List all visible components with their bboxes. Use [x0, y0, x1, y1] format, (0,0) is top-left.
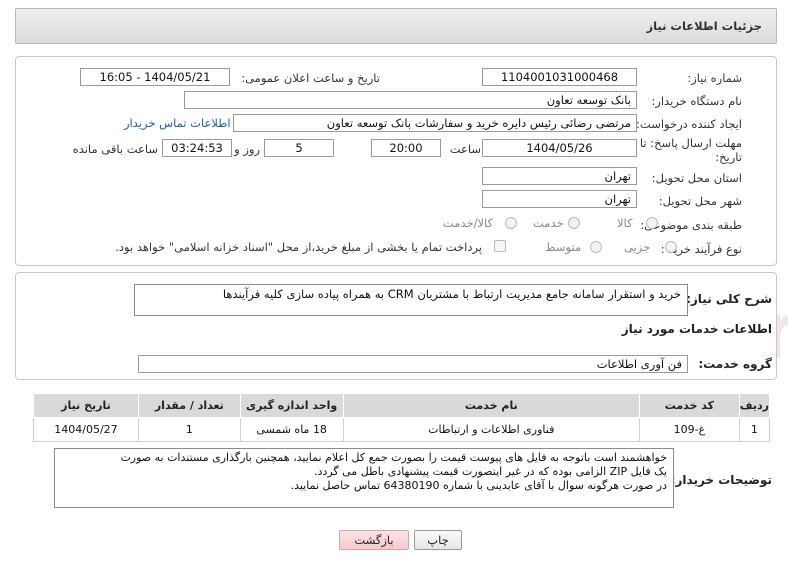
buyer-notes-line-1: خواهشمند است باتوجه به فایل های پیوست قی… [120, 451, 667, 464]
deadline-date-field: 1404/05/26 [482, 139, 637, 157]
services-table: ردیف کد خدمت نام خدمت واحد اندازه گیری ت… [33, 393, 771, 442]
process-minor-label: جزیی [624, 240, 651, 254]
buyer-notes-line-2: یک فایل ZIP الزامی بوده که در غیر اینصور… [314, 465, 667, 478]
page-title: جزئیات اطلاعات نیاز [646, 19, 762, 33]
col-quantity-header: تعداد / مقدار [137, 393, 241, 418]
need-number-field: 1104001031000468 [482, 68, 637, 86]
category-service-label: خدمت [533, 216, 564, 230]
province-label: استان محل تحویل: [651, 171, 742, 185]
province-field: تهران [482, 167, 637, 185]
page-header: جزئیات اطلاعات نیاز [15, 8, 777, 44]
remaining-time-field: 03:24:53 [162, 139, 232, 157]
quantity-cell: 1 [137, 417, 241, 442]
announce-datetime-field: 1404/05/21 - 16:05 [80, 68, 230, 86]
service-group-label: گروه خدمت: [698, 357, 772, 371]
deadline-label-line1: مهلت ارسال پاسخ: تا [639, 136, 742, 150]
buyer-notes-field: خواهشمند است باتوجه به فایل های پیوست قی… [54, 448, 674, 508]
buyer-contact-link[interactable]: اطلاعات تماس خریدار [124, 116, 231, 130]
need-number-label: شماره نیاز: [687, 71, 742, 85]
deadline-time-label: ساعت [449, 142, 481, 156]
category-goods-label: کالا [617, 216, 633, 230]
service-code-cell: غ-109 [638, 417, 740, 442]
buyer-org-field: بانک توسعه تعاون [184, 91, 637, 109]
buyer-org-label: نام دستگاه خریدار: [651, 94, 742, 108]
col-service-name-header: نام خدمت [342, 393, 640, 418]
days-label: روز و [234, 142, 260, 156]
col-row-header: ردیف [738, 393, 771, 418]
table-header-row: ردیف کد خدمت نام خدمت واحد اندازه گیری ت… [33, 393, 771, 418]
remaining-time-label: ساعت باقی مانده [72, 142, 158, 156]
buyer-notes-line-3: در صورت هرگونه سوال با آقای عابدینی با ش… [290, 479, 667, 492]
service-group-field: فن آوری اطلاعات [138, 355, 688, 373]
unit-cell: 18 ماه شمسی [239, 417, 344, 442]
need-date-cell: 1404/05/27 [33, 417, 139, 442]
service-name-cell: فناوری اطلاعات و ارتباطات [342, 417, 640, 442]
col-unit-header: واحد اندازه گیری [239, 393, 344, 418]
table-row: 1 غ-109 فناوری اطلاعات و ارتباطات 18 ماه… [33, 417, 771, 442]
description-field: خرید و استقرار سامانه جامع مدیریت ارتباط… [134, 284, 688, 316]
col-service-code-header: کد خدمت [638, 393, 740, 418]
row-number-cell: 1 [738, 417, 771, 442]
process-medium-radio[interactable] [590, 241, 602, 253]
process-minor-radio[interactable] [665, 241, 677, 253]
col-need-date-header: تاریخ نیاز [33, 393, 139, 418]
category-goods-service-radio[interactable] [505, 217, 517, 229]
deadline-time-field: 20:00 [371, 139, 441, 157]
print-button[interactable]: چاپ [414, 530, 462, 550]
remaining-days-field: 5 [264, 139, 334, 157]
requester-field: مرتضی رضائی رئیس دایره خرید و سفارشات با… [233, 114, 637, 132]
category-goods-radio[interactable] [646, 217, 658, 229]
city-label: شهر محل تحویل: [658, 194, 742, 208]
treasury-payment-note: پرداخت تمام یا بخشی از مبلغ خرید،از محل … [115, 240, 482, 254]
deadline-label-line2: تاریخ: [715, 150, 742, 164]
category-service-radio[interactable] [568, 217, 580, 229]
announce-datetime-label: تاریخ و ساعت اعلان عمومی: [241, 71, 380, 85]
category-goods-service-label: کالا/خدمت [443, 216, 494, 230]
treasury-payment-checkbox[interactable] [494, 240, 506, 252]
city-field: تهران [482, 190, 637, 208]
description-label: شرح کلی نیاز: [686, 292, 772, 306]
requester-label: ایجاد کننده درخواست: [636, 117, 742, 131]
services-section-title: اطلاعات خدمات مورد نیاز [621, 322, 772, 336]
buyer-notes-label: توضیحات خریدار: [670, 473, 772, 487]
back-button[interactable]: بازگشت [339, 530, 409, 550]
process-medium-label: متوسط [545, 240, 582, 254]
deadline-label: مهلت ارسال پاسخ: تا تاریخ: [640, 136, 742, 164]
